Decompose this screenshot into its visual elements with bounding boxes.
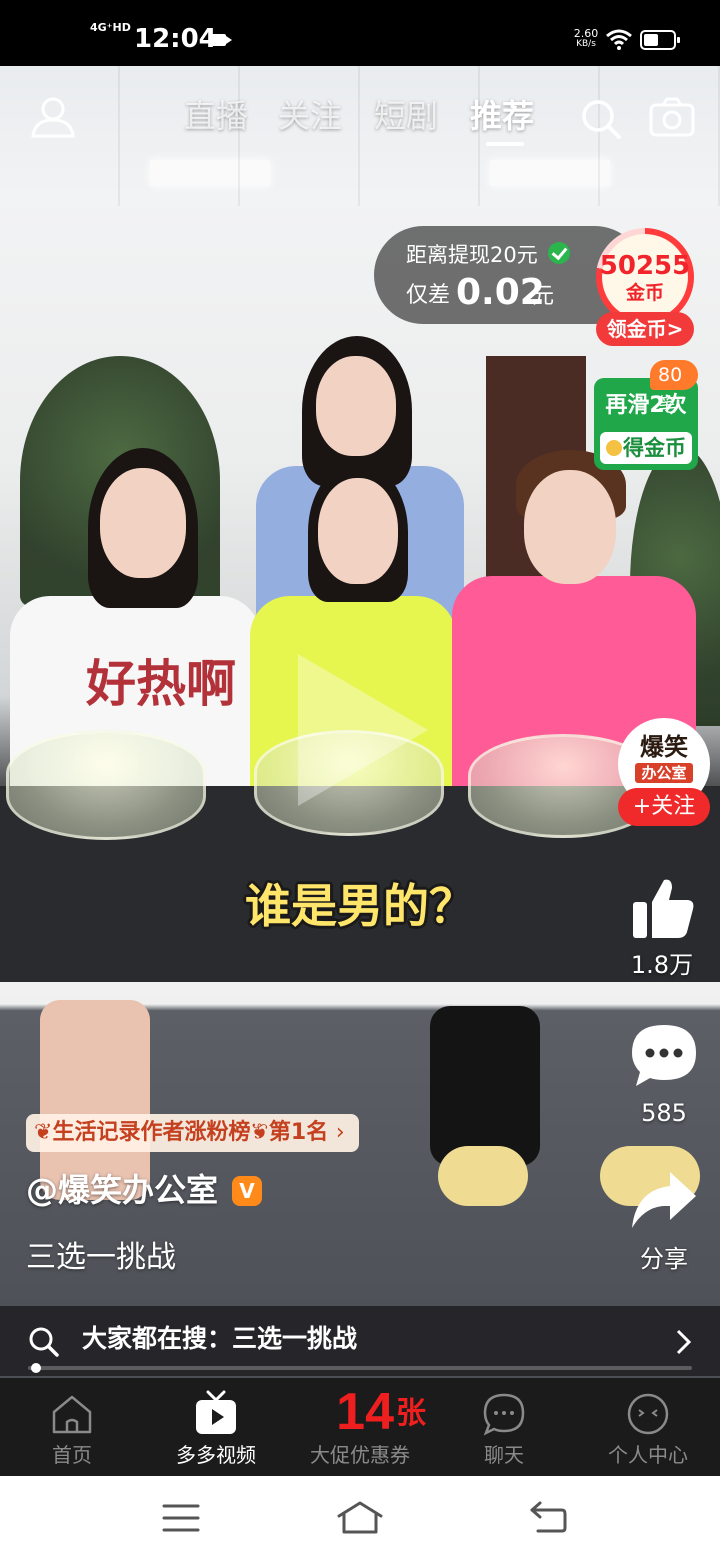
network-speed: 2.60 KB/s: [573, 27, 599, 49]
get-coins-label: 得金币: [623, 436, 686, 460]
active-tab-indicator: [486, 142, 524, 146]
search-icon[interactable]: [580, 98, 622, 140]
like-icon[interactable]: [630, 876, 696, 940]
coin-icon: [606, 440, 622, 456]
swipe-text: 再滑2次: [605, 393, 687, 418]
screen-record-icon: [210, 34, 232, 46]
menu-icon[interactable]: [162, 1502, 200, 1534]
get-coins-button[interactable]: 得金币: [600, 432, 692, 464]
follow-button[interactable]: +关注: [618, 788, 710, 826]
tab-home[interactable]: 首页: [0, 1378, 144, 1476]
network-indicator: 4G⁺HD: [90, 21, 131, 34]
play-icon[interactable]: [298, 654, 428, 806]
back-icon[interactable]: [528, 1500, 568, 1534]
swipe-badge: 80笔: [650, 360, 698, 416]
camera-icon[interactable]: [648, 96, 696, 138]
cash-unit: 元: [532, 284, 555, 309]
like-count: 1.8万: [630, 951, 694, 979]
share-label[interactable]: 分享: [614, 1244, 714, 1274]
video-tv-icon: [196, 1390, 236, 1434]
share-icon[interactable]: [630, 1170, 698, 1230]
related-search-text: 大家都在搜：三选一挑战: [82, 1324, 358, 1353]
home-nav-icon[interactable]: [336, 1500, 384, 1536]
comment-count: 585: [641, 1099, 687, 1127]
system-navigation-bar: [0, 1476, 720, 1560]
chevron-right-icon: ›: [335, 1120, 345, 1145]
coin-unit: 金币: [625, 282, 664, 304]
laurel-icon: ❦: [34, 1120, 53, 1145]
cash-prefix: 仅差: [406, 283, 451, 308]
swipe-reward-card[interactable]: 80笔 再滑2次 得金币: [594, 360, 698, 470]
ranking-tag[interactable]: ❦生活记录作者涨粉榜❦第1名 ›: [26, 1114, 359, 1152]
cash-goal-text: 距离提现20元: [406, 243, 538, 267]
chevron-right-icon: [676, 1329, 692, 1355]
check-icon: [548, 242, 570, 264]
collect-coins-button[interactable]: 领金币>: [596, 312, 694, 346]
video-subtitle: 谁是男的？: [245, 879, 475, 933]
comment-icon[interactable]: [630, 1022, 698, 1088]
tab-coupons[interactable]: 14 张 大促优惠券: [288, 1378, 432, 1476]
battery-icon: [640, 30, 680, 50]
laurel-icon: ❦: [250, 1120, 269, 1145]
coupon-count: 14: [336, 1383, 394, 1441]
home-icon: [52, 1395, 92, 1434]
tab-duoduo-video[interactable]: 多多视频: [144, 1378, 288, 1476]
wifi-icon: [606, 29, 632, 50]
video-caption: 三选一挑战: [26, 1240, 176, 1275]
ranking-text: 生活记录作者涨粉榜: [52, 1120, 251, 1145]
chat-icon: [483, 1393, 525, 1436]
search-icon: [29, 1327, 59, 1357]
profile-face-icon: [627, 1393, 669, 1435]
basin: [6, 730, 206, 840]
avatar-text-2: 办公室: [635, 763, 693, 783]
verified-badge: V: [232, 1176, 262, 1206]
tab-live[interactable]: 直播: [184, 96, 248, 136]
playback-progress-handle[interactable]: [30, 1363, 41, 1373]
playback-progress-track[interactable]: [28, 1366, 692, 1370]
slipper: [438, 1146, 528, 1206]
coupon-unit: 张: [396, 1396, 426, 1431]
profile-icon[interactable]: [30, 96, 76, 138]
ranking-position: 第1名: [268, 1120, 329, 1145]
tab-chat[interactable]: 聊天: [432, 1378, 576, 1476]
avatar-text-1: 爆笑: [640, 733, 688, 761]
tab-recommend[interactable]: 推荐: [470, 96, 534, 136]
coin-balance: 50255: [599, 251, 691, 281]
author-name[interactable]: @爆笑办公室: [26, 1170, 218, 1210]
tab-profile[interactable]: 个人中心: [576, 1378, 720, 1476]
tab-short-drama[interactable]: 短剧: [374, 96, 438, 136]
shirt-print: 好热啊: [86, 655, 236, 713]
tab-following[interactable]: 关注: [278, 96, 342, 136]
clock: 12:04: [134, 24, 217, 54]
bottom-tab-bar: 首页 多多视频 14 张 大促优惠券 聊天 个人中心: [0, 1378, 720, 1476]
